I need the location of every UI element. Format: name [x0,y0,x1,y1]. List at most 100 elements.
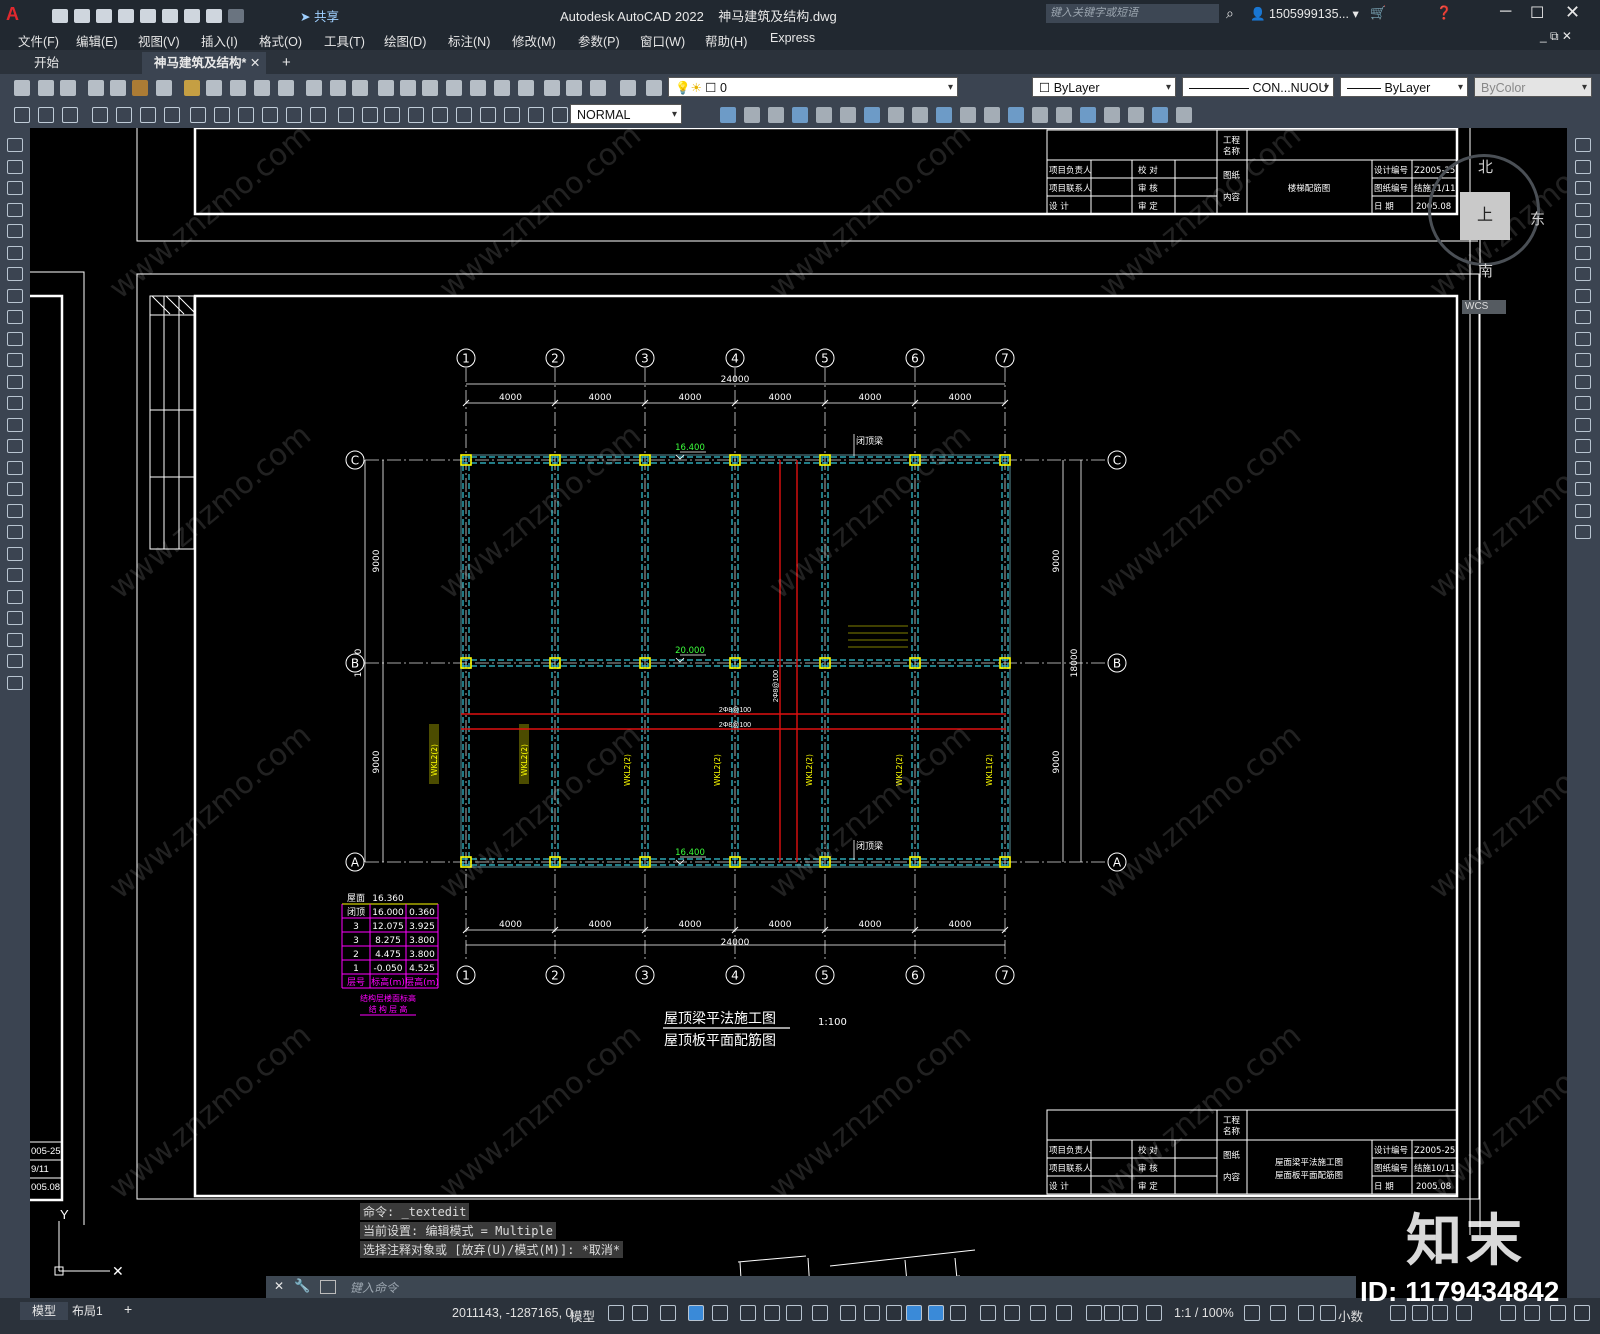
draw-tool-22[interactable] [7,611,23,625]
close-cmd-icon[interactable]: ✕ [274,1279,284,1293]
toolbar1-icon-26[interactable] [646,80,662,96]
status-toggle-8[interactable] [812,1305,828,1321]
viewcube-top-face[interactable]: 上 [1460,192,1510,240]
toolbar2-icon-0[interactable] [14,107,30,123]
toolbar2-icon-14[interactable] [362,107,378,123]
dimstyle-dropdown[interactable]: NORMAL ▾ [570,104,682,124]
toolbar2-icon-3[interactable] [92,107,108,123]
menu-insert[interactable]: 插入(I) [201,31,238,50]
toolbar2-tool-11[interactable] [984,107,1000,123]
status-toggle-29[interactable] [1432,1305,1448,1321]
toolbar2-tool-4[interactable] [816,107,832,123]
status-toggle-6[interactable] [764,1305,780,1321]
modify-tool-0[interactable] [1575,138,1591,152]
toolbar2-tool-3[interactable] [792,107,808,123]
menu-window[interactable]: 窗口(W) [640,31,685,50]
status-toggle-30[interactable] [1456,1305,1472,1321]
menu-view[interactable]: 视图(V) [138,31,180,50]
draw-tool-6[interactable] [7,267,23,281]
toolbar2-icon-12[interactable] [310,107,326,123]
toolbar2-tool-2[interactable] [768,107,784,123]
modify-tool-15[interactable] [1575,460,1591,475]
menu-edit[interactable]: 编辑(E) [76,31,118,50]
toolbar1-icon-23[interactable] [566,80,582,96]
toolbar2-tool-0[interactable] [720,107,736,123]
toolbar2-icon-18[interactable] [456,107,472,123]
draw-tool-10[interactable] [7,353,23,367]
tab-close-icon[interactable]: ✕ [250,56,260,70]
status-toggle-27[interactable] [1390,1305,1406,1321]
toolbar1-icon-9[interactable] [230,80,246,96]
search-icon[interactable]: ⌕ [1226,5,1234,22]
toolbar1-icon-4[interactable] [110,80,126,96]
modify-tool-5[interactable] [1575,245,1591,260]
status-toggle-25[interactable] [1298,1305,1314,1321]
menu-parametric[interactable]: 参数(P) [578,31,620,50]
close-button[interactable]: ✕ [1565,2,1580,23]
toolbar2-icon-11[interactable] [286,107,302,123]
status-toggle-5[interactable] [740,1305,756,1321]
toolbar1-icon-0[interactable] [14,80,30,96]
toolbar2-tool-5[interactable] [840,107,856,123]
export-icon[interactable] [162,8,178,23]
viewcube-north[interactable]: 北 [1478,156,1493,177]
status-toggle-14[interactable] [950,1305,966,1321]
viewcube-east[interactable]: 东 [1530,208,1545,229]
draw-tool-16[interactable] [7,482,23,496]
maximize-button[interactable]: ☐ [1530,3,1544,23]
draw-tool-23[interactable] [7,632,23,647]
toolbar1-icon-13[interactable] [330,80,346,96]
status-toggle-12[interactable] [906,1305,922,1321]
toolbar1-icon-16[interactable] [400,80,416,96]
status-toggle-24[interactable] [1270,1305,1286,1321]
status-toggle-4[interactable] [712,1305,728,1321]
import-icon[interactable] [140,8,156,23]
toolbar2-tool-17[interactable] [1128,107,1144,123]
toolbar1-icon-24[interactable] [590,80,606,96]
modify-tool-7[interactable] [1575,288,1591,303]
status-toggle-7[interactable] [786,1305,802,1321]
draw-tool-3[interactable] [7,202,23,217]
toolbar1-icon-11[interactable] [278,80,294,96]
modify-tool-2[interactable] [1575,181,1591,195]
toolbar2-tool-14[interactable] [1056,107,1072,123]
status-toggle-20[interactable] [1104,1305,1120,1321]
new-layout-button[interactable]: + [124,1301,132,1317]
command-input[interactable]: 键入命令 [350,1279,1330,1295]
menu-express[interactable]: Express [770,31,815,45]
annotation-scale[interactable]: 1:1 / 100% [1174,1306,1234,1320]
modify-tool-11[interactable] [1575,374,1591,389]
lineweight-dropdown[interactable]: ByLayer ▾ [1340,77,1468,97]
modify-tool-10[interactable] [1575,353,1591,367]
draw-tool-11[interactable] [7,374,23,389]
toolbar1-icon-15[interactable] [378,80,394,96]
app-logo-icon[interactable]: A [6,4,24,24]
toolbar2-icon-4[interactable] [116,107,132,123]
toolbar1-icon-22[interactable] [544,80,560,96]
save-icon[interactable] [96,8,112,23]
status-toggle-21[interactable] [1122,1305,1138,1321]
toolbar2-icon-2[interactable] [62,107,78,123]
modify-tool-9[interactable] [1575,331,1591,346]
plotstyle-dropdown[interactable]: ByColor ▾ [1474,77,1592,97]
redo-icon[interactable] [228,8,244,23]
undo-icon[interactable] [206,8,222,23]
toolbar2-icon-10[interactable] [262,107,278,123]
toolbar2-tool-8[interactable] [912,107,928,123]
toolbar1-icon-6[interactable] [156,80,172,96]
tab-drawing[interactable]: 神马建筑及结构* ✕ [142,52,266,74]
toolbar1-icon-8[interactable] [206,80,222,96]
doc-window-controls[interactable]: _ ⧉ ✕ [1540,29,1572,44]
draw-tool-25[interactable] [7,675,23,690]
customize-cmd-icon[interactable]: 🔧 [294,1278,310,1294]
toolbar1-icon-3[interactable] [88,80,104,96]
toolbar1-icon-7[interactable] [184,80,200,96]
status-toggle-23[interactable] [1244,1305,1260,1321]
status-toggle-15[interactable] [980,1305,996,1321]
status-toggle-33[interactable] [1550,1305,1566,1321]
user-account[interactable]: 👤 1505999135... ▾ [1250,6,1359,22]
menu-tools[interactable]: 工具(T) [324,31,365,50]
toolbar2-tool-9[interactable] [936,107,952,123]
share-button[interactable]: ➤ 共享 [300,6,339,25]
cart-icon[interactable]: 🛒 [1370,5,1386,21]
